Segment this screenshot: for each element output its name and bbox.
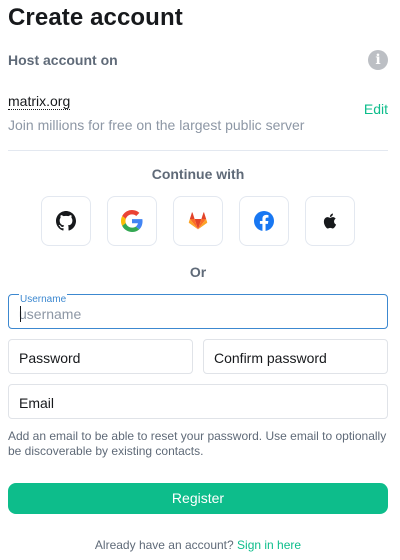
gitlab-sso-button[interactable]: [173, 196, 223, 246]
github-sso-button[interactable]: [41, 196, 91, 246]
github-icon: [56, 211, 76, 231]
server-name: matrix.org: [8, 93, 71, 110]
confirm-password-input[interactable]: [214, 349, 379, 367]
divider: [8, 150, 388, 151]
gitlab-icon: [188, 212, 208, 230]
email-field: [8, 384, 388, 419]
google-sso-button[interactable]: [107, 196, 157, 246]
email-input[interactable]: [19, 394, 379, 412]
signin-link[interactable]: Sign in here: [237, 538, 301, 552]
username-field: Username: [8, 294, 388, 329]
sso-buttons: [41, 196, 355, 246]
facebook-icon: [254, 211, 274, 231]
host-label: Host account on: [8, 52, 118, 68]
continue-with-label: Continue with: [151, 166, 245, 182]
google-icon: [121, 210, 143, 232]
apple-icon: [323, 213, 337, 229]
signin-prompt-row: Already have an account? Sign in here: [0, 538, 396, 552]
username-label: Username: [19, 294, 68, 305]
password-input[interactable]: [19, 349, 184, 367]
page-title: Create account: [8, 4, 183, 31]
confirm-password-field: [203, 339, 388, 374]
edit-server-link[interactable]: Edit: [364, 101, 388, 117]
email-help-text: Add an email to be able to reset your pa…: [8, 429, 387, 458]
or-separator: Or: [189, 264, 207, 280]
facebook-sso-button[interactable]: [239, 196, 289, 246]
register-button[interactable]: Register: [8, 483, 388, 514]
server-description: Join millions for free on the largest pu…: [8, 117, 305, 133]
username-input[interactable]: [19, 305, 379, 323]
password-field: [8, 339, 193, 374]
signin-prompt: Already have an account?: [94, 538, 234, 552]
text-caret: [20, 306, 21, 322]
info-icon[interactable]: i: [368, 50, 388, 70]
apple-sso-button[interactable]: [305, 196, 355, 246]
